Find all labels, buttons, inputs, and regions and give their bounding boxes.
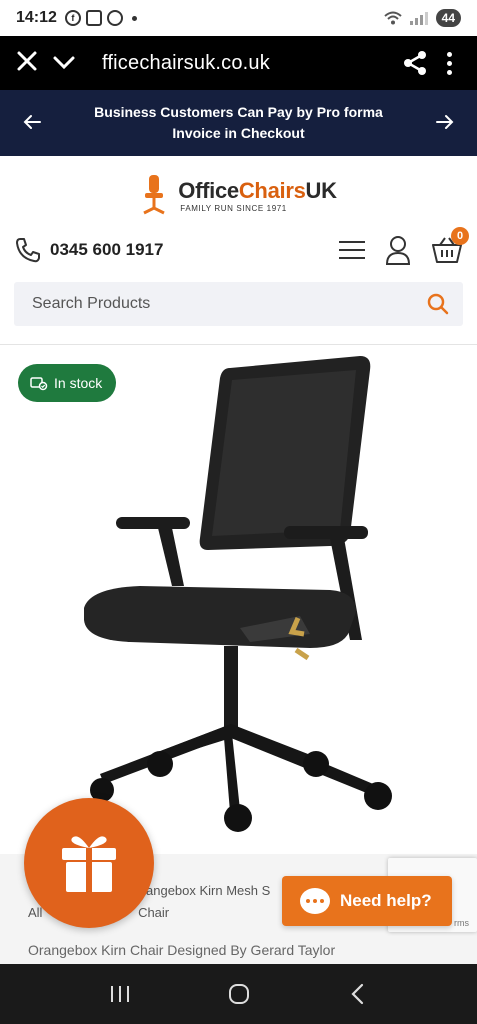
status-bar: 14:12 f 44 <box>0 0 477 36</box>
browser-toolbar: fficechairsuk.co.uk <box>0 36 477 90</box>
more-notifications-dot-icon <box>131 15 137 21</box>
stock-status-badge: In stock <box>18 364 117 402</box>
search-input[interactable]: Search Products <box>32 295 427 313</box>
chair-logo-icon <box>143 175 165 215</box>
need-help-label: Need help? <box>340 891 432 910</box>
search-icon[interactable] <box>427 293 449 315</box>
logo-text: OfficeChairsUK FAMILY RUN SINCE 1971 <box>178 177 337 213</box>
truck-icon <box>30 377 48 391</box>
promo-line-2: Invoice in Checkout <box>172 125 305 141</box>
need-help-button[interactable]: Need help? <box>282 876 452 926</box>
site-logo[interactable]: OfficeChairsUK FAMILY RUN SINCE 1971 <box>0 170 477 220</box>
product-description: Orangebox Kirn Chair Designed By Gerard … <box>28 942 336 958</box>
facebook-icon: f <box>64 10 81 26</box>
more-vertical-icon[interactable] <box>437 51 461 75</box>
search-bar[interactable]: Search Products <box>14 282 463 326</box>
promo-line-1: Business Customers Can Pay by Pro forma <box>94 104 383 120</box>
basket-count-badge: 0 <box>451 227 469 245</box>
page: 14:12 f 44 fficechairsuk.co.uk Business … <box>0 0 477 1024</box>
battery-icon: 44 <box>435 9 461 27</box>
phone-icon[interactable] <box>14 236 42 264</box>
recaptcha-terms[interactable]: rms <box>454 918 469 928</box>
header-row: 0345 600 1917 0 <box>14 227 469 270</box>
back-icon[interactable] <box>338 974 378 1014</box>
share-icon[interactable] <box>393 50 437 76</box>
menu-icon[interactable] <box>339 241 365 259</box>
notification-icons: f <box>64 10 137 26</box>
header-icons: 0 <box>339 227 469 265</box>
signal-icon <box>409 11 428 25</box>
gift-button[interactable] <box>24 798 154 928</box>
basket-button[interactable]: 0 <box>431 227 469 265</box>
phone-number[interactable]: 0345 600 1917 <box>50 240 163 260</box>
stock-status-text: In stock <box>54 375 103 391</box>
gift-icon <box>62 836 116 892</box>
navigation-icon <box>106 10 123 26</box>
recent-apps-icon[interactable] <box>100 974 140 1014</box>
promo-banner: Business Customers Can Pay by Pro forma … <box>0 90 477 156</box>
arrow-left-icon[interactable] <box>0 110 64 136</box>
url-text[interactable]: fficechairsuk.co.uk <box>102 52 393 75</box>
screenshot-icon <box>85 10 102 26</box>
logo-name: OfficeChairsUK <box>178 177 337 203</box>
chat-bubble-icon <box>300 888 330 914</box>
close-icon[interactable] <box>16 46 52 80</box>
logo-tagline: FAMILY RUN SINCE 1971 <box>180 203 287 213</box>
home-icon[interactable] <box>219 974 259 1014</box>
user-icon[interactable] <box>385 235 411 265</box>
arrow-right-icon[interactable] <box>413 110 477 136</box>
status-right: 44 <box>383 9 461 27</box>
wifi-icon <box>383 11 402 25</box>
promo-text: Business Customers Can Pay by Pro forma … <box>64 102 413 144</box>
status-time: 14:12 <box>16 9 57 26</box>
header-divider <box>0 344 477 345</box>
chevron-down-icon[interactable] <box>52 55 92 71</box>
product-image[interactable] <box>60 350 420 850</box>
system-nav-bar <box>0 964 477 1024</box>
